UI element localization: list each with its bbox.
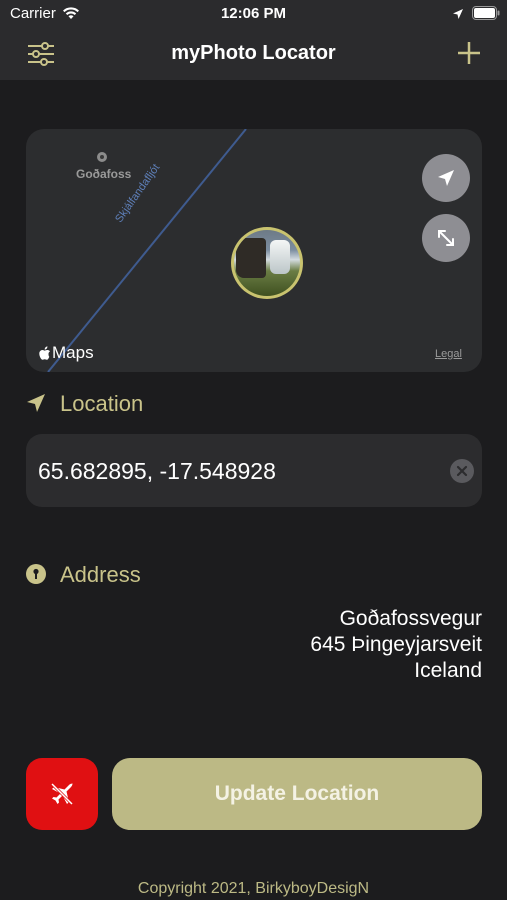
location-arrow-icon [438, 170, 454, 186]
airplane-slash-icon [50, 782, 74, 806]
clear-icon [456, 465, 468, 477]
photo-thumbnail [234, 230, 300, 296]
clear-button[interactable] [450, 459, 474, 483]
coordinates-value[interactable]: 65.682895, -17.548928 [38, 458, 276, 485]
maps-label: Maps [52, 343, 94, 362]
expand-map-button[interactable] [422, 214, 470, 262]
location-section-label: Location [60, 391, 144, 416]
poi-marker-icon[interactable] [97, 152, 107, 162]
page-title: myPhoto Locator [171, 42, 336, 64]
address-block: Goðafossvegur 645 Þingeyjarsveit Iceland [310, 606, 482, 684]
expand-icon [438, 230, 454, 246]
copyright-text: Copyright 2021, BirkyboyDesigN [137, 880, 370, 897]
poi-label[interactable]: Goðafoss [76, 167, 131, 181]
nav-bar: myPhoto Locator [0, 28, 507, 80]
address-pin-icon [26, 564, 46, 584]
airplane-mode-button[interactable] [26, 758, 98, 830]
address-country: Iceland [414, 659, 482, 682]
photo-cliff [236, 238, 266, 278]
map-view[interactable]: Goðafoss Skjálfandafljót Maps Legal [26, 129, 482, 372]
add-button[interactable] [456, 40, 482, 66]
location-services-icon [452, 7, 464, 25]
coordinates-field[interactable]: 65.682895, -17.548928 [26, 434, 482, 507]
location-arrow-icon [26, 393, 46, 418]
legal-link[interactable]: Legal [435, 348, 462, 360]
plus-icon [458, 42, 480, 64]
status-bar: Carrier 12:06 PM [0, 0, 507, 28]
address-postal: 645 Þingeyjarsveit [310, 633, 482, 656]
update-location-button[interactable]: Update Location [112, 758, 482, 830]
photo-pin[interactable] [231, 227, 303, 299]
apple-logo-icon [39, 345, 50, 360]
maps-attribution: Maps [38, 343, 94, 363]
address-section-label: Address [60, 562, 141, 587]
locate-me-button[interactable] [422, 154, 470, 202]
address-street: Goðafossvegur [339, 607, 482, 630]
clock: 12:06 PM [220, 5, 287, 22]
photo-waterfall [270, 240, 290, 274]
battery-icon [472, 6, 500, 25]
